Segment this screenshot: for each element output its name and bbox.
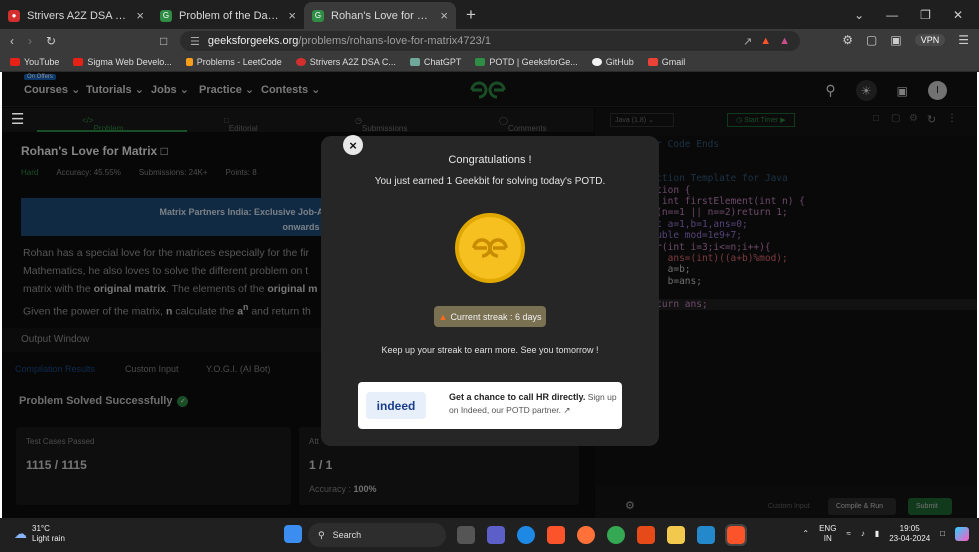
- wifi-icon[interactable]: ≈: [846, 529, 850, 539]
- tab-label: Strivers A2Z DSA Course/Sheet: [27, 9, 130, 22]
- restore-icon[interactable]: ❐: [920, 8, 931, 22]
- teams-icon[interactable]: [487, 526, 505, 544]
- indeed-promo-card[interactable]: indeed Get a chance to call HR directly.…: [358, 382, 622, 429]
- share-icon[interactable]: ↗: [743, 35, 752, 48]
- strivers-favicon-icon: ●: [8, 9, 20, 22]
- minimize-icon[interactable]: —: [886, 8, 898, 22]
- rain-cloud-icon: ☁: [14, 526, 27, 541]
- bookmark-youtube[interactable]: YouTube: [10, 57, 59, 67]
- back-icon[interactable]: ‹: [10, 34, 14, 48]
- promo-text: Get a chance to call HR directly. Sign u…: [449, 392, 617, 415]
- firefox-icon[interactable]: [577, 526, 595, 544]
- bookmark-strivers[interactable]: Strivers A2Z DSA C...: [295, 57, 396, 67]
- chatgpt-icon: [409, 58, 420, 66]
- notification-icon[interactable]: □: [940, 529, 945, 539]
- chrome-icon[interactable]: [607, 526, 625, 544]
- bookmark-gmail[interactable]: Gmail: [647, 57, 685, 67]
- brave-rewards-icon[interactable]: ▲: [779, 35, 790, 47]
- browser-toolbar: ‹ › ↻ □ ☰ geeksforgeeks.org/problems/roh…: [0, 29, 979, 53]
- file-explorer-icon[interactable]: [667, 526, 685, 544]
- windows-start-icon[interactable]: [284, 525, 302, 543]
- volume-icon[interactable]: ♪: [861, 529, 865, 539]
- menu-icon[interactable]: ☰: [958, 33, 969, 47]
- brave-dev-icon[interactable]: [637, 526, 655, 544]
- gfg-favicon-icon: G: [312, 9, 324, 22]
- modal-title: Congratulations !: [448, 154, 532, 166]
- help-icon[interactable]: [517, 526, 535, 544]
- system-tray: ⌃ ENG IN ≈ ♪ ▮ 19:05 23-04-2024 □: [802, 524, 969, 544]
- congrats-modal: Congratulations ! You just earned 1 Geek…: [321, 136, 659, 446]
- strivers-icon: [295, 58, 306, 66]
- tab-rohans-love[interactable]: G Rohan's Love for Matrix | Practice ×: [304, 2, 456, 29]
- modal-subtitle: You just earned 1 Geekbit for solving to…: [374, 176, 606, 187]
- brave-icon[interactable]: [547, 526, 565, 544]
- tab-strivers[interactable]: ● Strivers A2Z DSA Course/Sheet ×: [0, 2, 152, 29]
- external-link-icon[interactable]: ↗: [563, 405, 570, 415]
- language-indicator[interactable]: ENG IN: [819, 524, 836, 544]
- brave-active-icon[interactable]: [725, 524, 747, 546]
- bookmark-page-icon[interactable]: □: [160, 34, 167, 48]
- reload-icon[interactable]: ↻: [46, 34, 56, 48]
- fire-icon: ▲: [438, 311, 448, 322]
- wallet-icon[interactable]: ▣: [890, 33, 901, 47]
- pinned-apps: [457, 524, 747, 546]
- sidebar-icon[interactable]: ▢: [866, 33, 877, 47]
- window-controls: ⌄ — ❐ ✕: [838, 8, 979, 29]
- taskbar-apps: [284, 525, 302, 543]
- youtube-icon: [10, 58, 20, 66]
- bookmark-leetcode[interactable]: Problems - LeetCode: [185, 57, 282, 67]
- gfg-favicon-icon: G: [160, 9, 172, 22]
- page-content: On Offers Courses ⌄ Tutorials ⌄ Jobs ⌄ P…: [2, 72, 977, 518]
- extensions-icon[interactable]: ⚙: [842, 33, 853, 47]
- close-tab-icon[interactable]: ×: [288, 8, 296, 23]
- taskbar-search[interactable]: ⚲ Search: [308, 523, 446, 547]
- bookmark-potd[interactable]: POTD | GeeksforGe...: [475, 57, 578, 67]
- indeed-logo-icon: indeed: [366, 392, 426, 419]
- gmail-icon: [647, 58, 658, 66]
- toolbar-icons: ⚙ ▢ ▣ VPN ☰: [842, 33, 969, 47]
- geekbit-coin-icon: [455, 213, 525, 283]
- bookmark-sigma[interactable]: Sigma Web Develo...: [73, 57, 172, 67]
- streak-badge: ▲ Current streak : 6 days: [434, 306, 546, 327]
- hamburger-icon[interactable]: ☰: [11, 110, 24, 128]
- close-window-icon[interactable]: ✕: [953, 8, 963, 22]
- tab-potd[interactable]: G Problem of the Day | GeeksforGeeks ×: [152, 2, 304, 29]
- address-bar[interactable]: ☰ geeksforgeeks.org/problems/rohans-love…: [180, 31, 800, 51]
- tab-label: Rohan's Love for Matrix | Practice: [331, 9, 434, 22]
- bookmark-github[interactable]: GitHub: [591, 57, 634, 67]
- youtube-icon: [73, 58, 84, 66]
- copilot-icon[interactable]: [955, 527, 969, 541]
- github-icon: [591, 58, 602, 66]
- clock[interactable]: 19:05 23-04-2024: [889, 524, 930, 544]
- task-view-icon[interactable]: [457, 526, 475, 544]
- close-tab-icon[interactable]: ×: [136, 8, 144, 23]
- close-tab-icon[interactable]: ×: [440, 8, 448, 23]
- url-path: /problems/rohans-love-for-matrix4723/1: [298, 35, 491, 47]
- forward-icon[interactable]: ›: [28, 34, 32, 48]
- browser-tabstrip: ● Strivers A2Z DSA Course/Sheet × G Prob…: [0, 0, 979, 29]
- vpn-button[interactable]: VPN: [914, 34, 946, 46]
- tray-chevron-icon[interactable]: ⌃: [802, 529, 809, 539]
- vscode-icon[interactable]: [697, 526, 715, 544]
- brave-shield-icon[interactable]: ▲: [760, 35, 771, 47]
- bookmark-chatgpt[interactable]: ChatGPT: [409, 57, 461, 67]
- tab-label: Problem of the Day | GeeksforGeeks: [179, 9, 281, 22]
- gfg-icon: [475, 58, 486, 66]
- windows-taskbar: ☁ 31°C Light rain ⚲ Search ⌃ ENG IN ≈ ♪ ▮ …: [0, 518, 979, 552]
- tab-list-icon[interactable]: ⌄: [854, 8, 864, 22]
- url-host: geeksforgeeks.org: [207, 35, 299, 47]
- modal-footer-text: Keep up your streak to earn more. See yo…: [381, 345, 599, 355]
- close-modal-button[interactable]: ×: [343, 135, 363, 155]
- search-icon: ⚲: [318, 529, 325, 540]
- weather-widget[interactable]: ☁ 31°C Light rain: [14, 524, 65, 544]
- bookmarks-bar: YouTube Sigma Web Develo... Problems - L…: [0, 53, 979, 72]
- leetcode-icon: [185, 58, 193, 66]
- new-tab-button[interactable]: +: [456, 5, 486, 29]
- battery-icon[interactable]: ▮: [875, 529, 879, 539]
- site-info-icon[interactable]: ☰: [190, 35, 200, 48]
